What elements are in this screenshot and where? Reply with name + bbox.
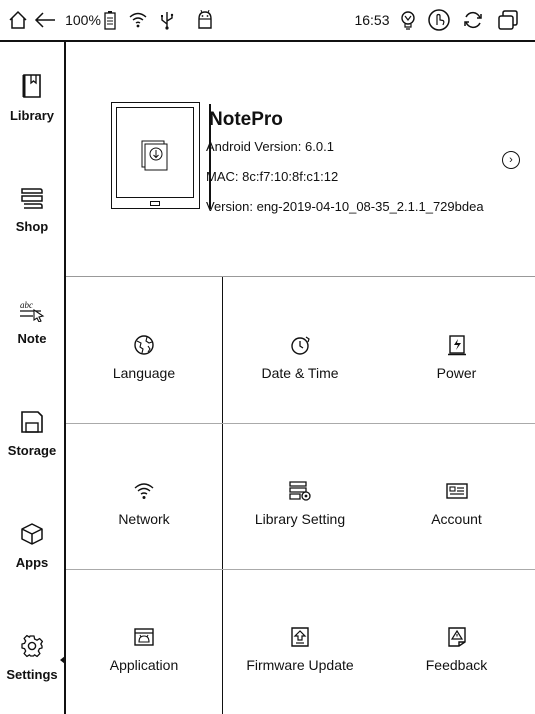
sidebar-item-settings[interactable]: Settings — [0, 602, 65, 714]
chevron-right-icon: › — [509, 154, 513, 166]
settings-tile-language[interactable]: Language — [66, 277, 222, 423]
home-icon[interactable] — [6, 0, 30, 40]
svg-text:abc: abc — [20, 300, 33, 310]
device-image-icon — [111, 102, 200, 209]
lightbulb-icon[interactable] — [396, 0, 420, 40]
language-icon — [133, 333, 155, 357]
back-icon[interactable] — [32, 0, 58, 40]
settings-tile-account[interactable]: Account — [378, 423, 535, 569]
sidebar-item-shop[interactable]: Shop — [0, 154, 64, 266]
sidebar-item-label: Shop — [15, 219, 49, 234]
settings-tile-label: Language — [112, 365, 176, 381]
battery-icon — [102, 0, 118, 40]
wifi-icon — [133, 479, 155, 503]
device-detail-button[interactable]: › — [502, 151, 520, 169]
settings-grid: Language Date & Time Power Network Libra… — [66, 277, 535, 714]
touch-icon[interactable] — [426, 0, 452, 40]
settings-tile-label: Account — [431, 511, 482, 527]
status-bar: 100% 16:53 — [0, 0, 535, 42]
sidebar-item-label: Note — [17, 331, 47, 346]
account-icon — [445, 479, 469, 503]
refresh-icon[interactable] — [460, 0, 486, 40]
power-icon — [447, 333, 467, 357]
mac-address: MAC: 8c:f7:10:8f:c1:12 — [206, 169, 339, 184]
settings-tile-label: Feedback — [425, 657, 488, 673]
storage-icon — [20, 410, 44, 439]
settings-tile-application[interactable]: Application — [66, 569, 222, 714]
settings-tile-label: Network — [118, 511, 170, 527]
shop-icon — [20, 186, 44, 215]
clock-time: 16:53 — [354, 12, 390, 28]
settings-tile-label: Date & Time — [261, 365, 339, 381]
settings-icon — [20, 634, 44, 663]
settings-tile-date-time[interactable]: Date & Time — [222, 277, 378, 423]
settings-tile-power[interactable]: Power — [378, 277, 535, 423]
note-icon: abc — [19, 298, 45, 327]
settings-tile-network[interactable]: Network — [66, 423, 222, 569]
settings-tile-label: Application — [109, 657, 179, 673]
apps-icon — [20, 522, 44, 551]
usb-icon — [156, 0, 178, 40]
settings-tile-label: Power — [436, 365, 477, 381]
active-indicator-icon — [60, 656, 65, 664]
device-info-panel[interactable]: NotePro Android Version: 6.0.1 MAC: 8c:f… — [66, 42, 535, 277]
settings-tile-feedback[interactable]: Feedback — [378, 569, 535, 714]
settings-tile-firmware-update[interactable]: Firmware Update — [222, 569, 378, 714]
battery-percent: 100% — [65, 12, 101, 28]
sidebar: Library Shop abc Note Storage Apps Setti… — [0, 42, 66, 714]
sidebar-item-label: Apps — [15, 555, 49, 570]
settings-tile-library-setting[interactable]: Library Setting — [222, 423, 378, 569]
settings-tile-label: Library Setting — [254, 511, 346, 527]
sidebar-item-label: Library — [9, 108, 55, 123]
android-icon — [194, 0, 216, 40]
wifi-icon — [126, 0, 150, 40]
sidebar-item-label: Settings — [6, 667, 58, 682]
sidebar-item-note[interactable]: abc Note — [0, 266, 64, 378]
library-icon — [20, 73, 44, 104]
library-setting-icon — [288, 479, 312, 503]
clock-icon — [289, 333, 311, 357]
device-name: NotePro — [209, 109, 283, 130]
settings-tile-label: Firmware Update — [246, 657, 354, 673]
firmware-version: Version: eng-2019-04-10_08-35_2.1.1_729b… — [206, 199, 484, 214]
sidebar-item-apps[interactable]: Apps — [0, 490, 64, 602]
sidebar-item-storage[interactable]: Storage — [0, 378, 64, 490]
application-icon — [133, 625, 155, 649]
sidebar-item-library[interactable]: Library — [0, 42, 64, 154]
feedback-icon — [446, 625, 468, 649]
android-version: Android Version: 6.0.1 — [206, 139, 334, 154]
sidebar-item-label: Storage — [7, 443, 57, 458]
firmware-update-icon — [289, 625, 311, 649]
recent-apps-icon[interactable] — [494, 0, 522, 40]
